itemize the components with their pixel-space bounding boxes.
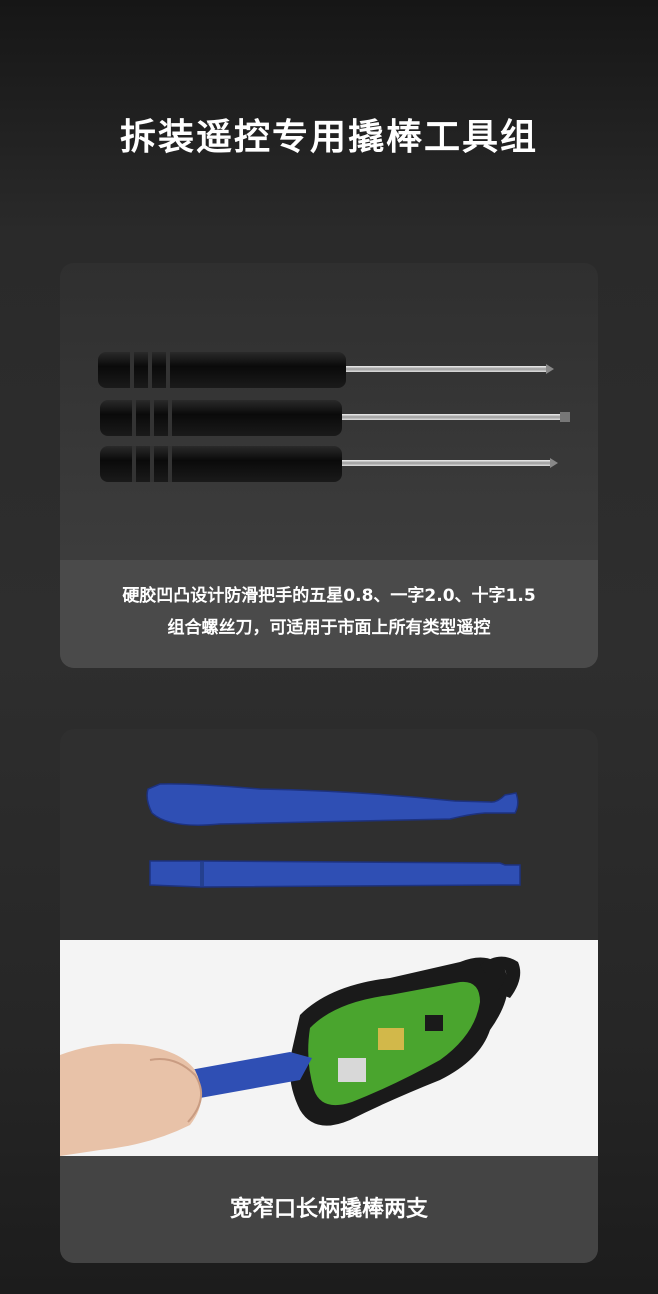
caption-line-1: 硬胶凹凸设计防滑把手的五星0.8、一字2.0、十字1.5 (122, 586, 536, 606)
hand (60, 1043, 202, 1156)
pry-bar-caption: 宽窄口长柄撬棒两支 (60, 1156, 598, 1263)
star-screwdriver (98, 352, 554, 388)
flat-screwdriver (100, 400, 570, 436)
wide-pry-bar (146, 783, 519, 826)
narrow-pry-bar (149, 860, 521, 888)
caption-line-2: 组合螺丝刀，可适用于市面上所有类型遥控 (167, 618, 491, 638)
screwdriver-caption: 硬胶凹凸设计防滑把手的五星0.8、一字2.0、十字1.5 组合螺丝刀，可适用于市… (60, 560, 598, 668)
pry-bar-illustration (146, 783, 521, 888)
screwdriver-card: 硬胶凹凸设计防滑把手的五星0.8、一字2.0、十字1.5 组合螺丝刀，可适用于市… (60, 263, 598, 668)
pry-bar-card: 宽窄口长柄撬棒两支 (60, 729, 598, 1263)
cross-screwdriver (100, 446, 558, 482)
usage-photo (60, 940, 598, 1156)
screwdriver-set-illustration (98, 352, 570, 482)
page-title: 拆装遥控专用撬棒工具组 (119, 117, 538, 158)
